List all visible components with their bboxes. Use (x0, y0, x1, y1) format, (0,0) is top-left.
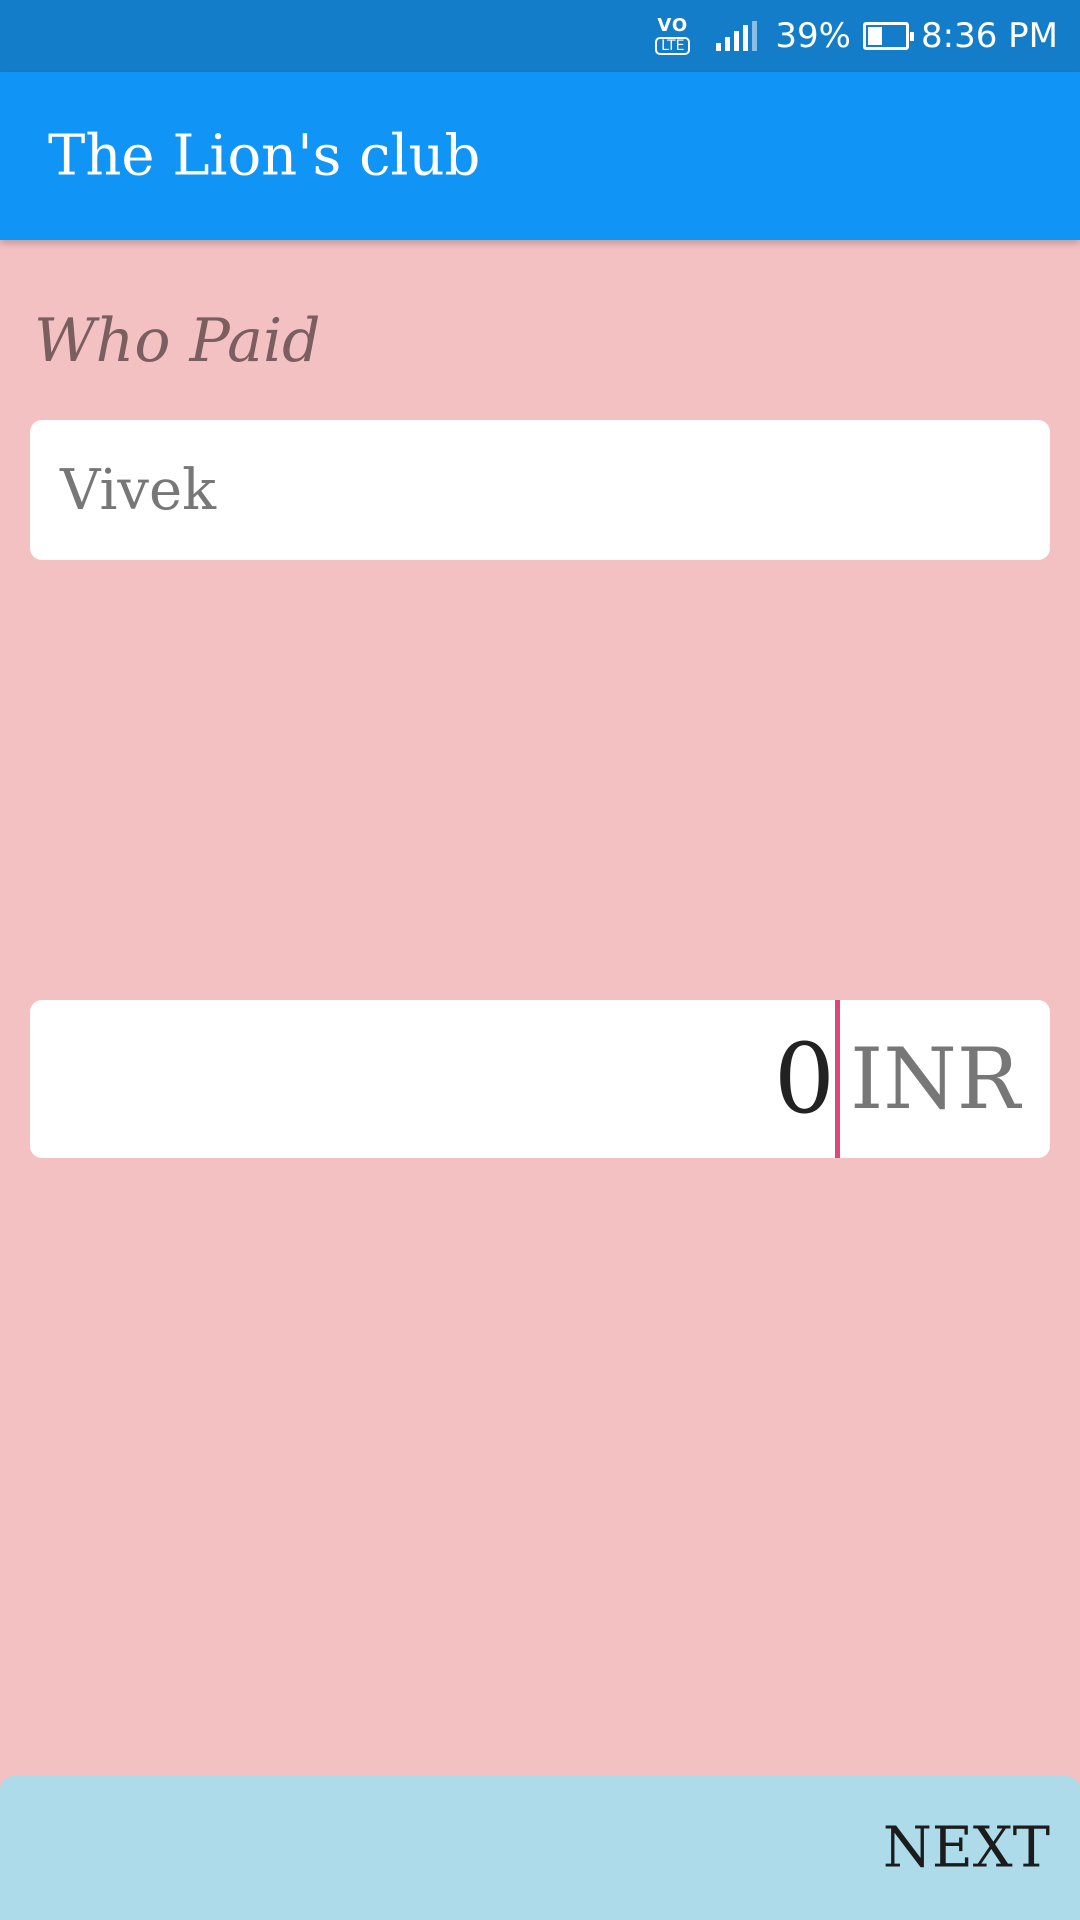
text-cursor (835, 1000, 840, 1158)
signal-icon (716, 21, 758, 51)
volte-icon: VO LTE (655, 15, 691, 55)
volte-label: VO (657, 15, 689, 36)
amount-input[interactable]: 0 INR (30, 1000, 1050, 1158)
payer-select[interactable]: Vivek (30, 420, 1050, 560)
next-button[interactable]: NEXT (883, 1816, 1050, 1881)
who-paid-label: Who Paid (34, 306, 321, 376)
battery-fill (868, 27, 882, 45)
payer-value: Vivek (60, 457, 217, 523)
status-icons: VO LTE 39% 8:36 PM (655, 0, 1058, 72)
status-bar: VO LTE 39% 8:36 PM (0, 0, 1080, 72)
footer-bar: NEXT (0, 1776, 1080, 1920)
battery-icon (863, 22, 914, 50)
status-time: 8:36 PM (921, 16, 1058, 56)
app-bar: The Lion's club (0, 72, 1080, 240)
amount-value: 0 (773, 1023, 835, 1135)
app-title: The Lion's club (48, 123, 481, 189)
lte-label: LTE (655, 37, 691, 55)
currency-label: INR (850, 1030, 1020, 1128)
battery-percent: 39% (775, 16, 851, 56)
